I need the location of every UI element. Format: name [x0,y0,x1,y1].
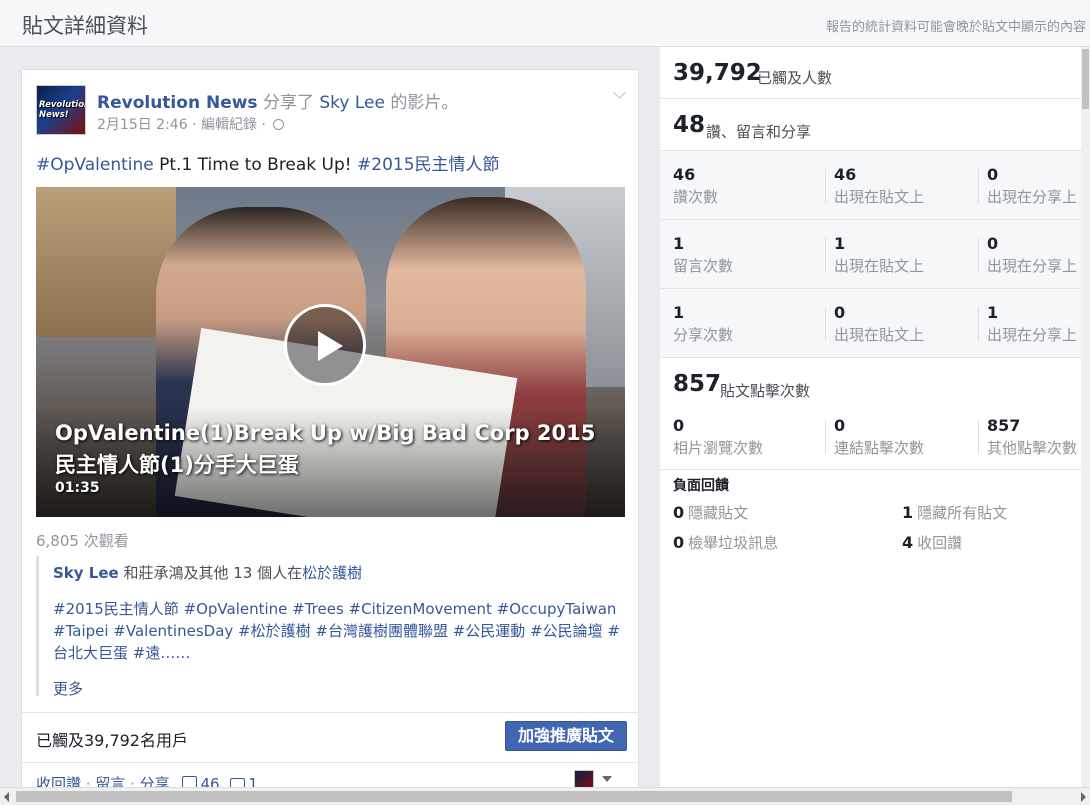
page-title: 貼文詳細資料 [22,14,148,38]
clicks-label: 貼文點擊次數 [720,382,811,400]
likes-label: 讚次數 [673,188,719,206]
photo-views-count: 0 [673,416,685,435]
shares-on-post-count: 0 [834,303,846,322]
hashtag-link[interactable]: #OpValentine [36,155,154,175]
hide-all-posts-stat: 1 隱藏所有貼文 [902,503,1008,522]
link-clicks-label: 連結點擊次數 [834,439,925,457]
shared-post-header: Sky Lee 和莊承鴻及其他 13 個人在松於護樹 [53,562,362,583]
link-clicks-count: 0 [834,416,846,435]
comments-row: 1 留言次數 1 出現在貼文上 0 出現在分享上 [660,220,1090,289]
globe-icon[interactable] [273,119,285,130]
post-card: Revolution News! Revolution News 分享了 Sky… [21,69,639,799]
avatar-logo-text: Revolution News! [39,100,86,120]
location-link[interactable]: 松於護樹 [302,564,362,582]
post-text: #OpValentine Pt.1 Time to Break Up! #201… [36,150,500,175]
shared-post-quote: Sky Lee 和莊承鴻及其他 13 個人在松於護樹 #2015民主情人節 #O… [36,556,625,699]
post-text-body: Pt.1 Time to Break Up! [153,155,358,175]
divider [978,420,979,454]
scroll-right-arrow-icon[interactable] [1081,792,1086,802]
other-clicks-count: 857 [987,416,1021,435]
video-title: OpValentine(1)Break Up w/Big Bad Corp 20… [55,421,596,477]
engagement-stat: 48 讚、留言和分享 [660,99,1090,151]
clicks-breakdown: 0 相片瀏覽次數 0 連結點擊次數 857 其他點擊次數 [660,410,1090,470]
video-player[interactable]: OpValentine(1)Break Up w/Big Bad Corp 20… [36,187,625,517]
scrollbar-thumb[interactable] [1082,49,1089,109]
on-shares-label: 出現在分享上 [987,257,1078,275]
likes-count: 46 [673,165,696,184]
engagement-number: 48 [673,112,706,138]
negative-feedback-title: 負面回饋 [673,478,729,494]
scroll-left-arrow-icon[interactable] [4,792,9,802]
page-header: 貼文詳細資料 報告的統計資料可能會晚於貼文中顯示的內容 [0,0,1090,47]
shared-target-link[interactable]: Sky Lee [319,93,385,113]
post-meta: 2月15日 2:46 · 編輯紀錄 · [97,114,285,134]
hashtag-link[interactable]: #2015民主情人節 [357,155,500,175]
hide-post-stat: 0 隱藏貼文 [673,503,749,522]
shares-on-shares-count: 1 [987,303,999,322]
play-button-icon[interactable] [284,304,366,386]
shared-post-hashtags[interactable]: #2015民主情人節 #OpValentine #Trees #CitizenM… [53,598,623,664]
shares-count: 1 [673,303,685,322]
play-triangle-icon [318,331,343,361]
video-frame-building [36,187,176,337]
stats-delay-note: 報告的統計資料可能會晚於貼文中顯示的內容 [825,20,1086,35]
shares-label: 分享次數 [673,326,734,344]
on-shares-label: 出現在分享上 [987,326,1078,344]
post-options-chevron-icon[interactable] [613,86,626,99]
reach-number: 39,792 [673,60,762,86]
divider [978,307,979,341]
on-shares-label: 出現在分享上 [987,188,1078,206]
comments-count: 1 [673,234,685,253]
clicks-stat: 857 貼文點擊次數 [660,358,1090,410]
tagged-people-text[interactable]: 和莊承鴻及其他 13 個人在 [119,564,302,582]
video-duration: 01:35 [55,480,100,496]
engagement-label: 讚、留言和分享 [706,123,812,141]
clicks-number: 857 [673,371,722,397]
post-author-line: Revolution News 分享了 Sky Lee 的影片。 [97,88,458,113]
on-post-label: 出現在貼文上 [834,188,925,206]
report-spam-stat: 0 檢舉垃圾訊息 [673,533,779,552]
divider [825,307,826,341]
reach-text: 已觸及39,792名用戶 [36,731,188,750]
on-post-label: 出現在貼文上 [834,326,925,344]
likes-row: 46 讚次數 46 出現在貼文上 0 出現在分享上 [660,151,1090,220]
post-date-link[interactable]: 2月15日 2:46 [97,117,188,133]
shares-row: 1 分享次數 0 出現在貼文上 1 出現在分享上 [660,289,1090,358]
page-mini-avatar[interactable] [574,770,594,788]
horizontal-scrollbar[interactable] [0,787,1090,805]
divider [825,420,826,454]
view-count: 6,805 次觀看 [36,532,129,550]
reach-label: 已觸及人數 [757,69,833,87]
shared-suffix: 的影片。 [390,93,459,113]
boost-post-button[interactable]: 加強推廣貼文 [505,721,627,751]
edit-history-link[interactable]: · 編輯紀錄 · [192,117,266,133]
vertical-scrollbar[interactable] [1081,47,1090,787]
see-more-link[interactable]: 更多 [53,678,83,699]
scrollbar-thumb[interactable] [16,791,1012,802]
divider [978,169,979,203]
comments-label: 留言次數 [673,257,734,275]
on-post-label: 出現在貼文上 [834,257,925,275]
reach-stat: 39,792 已觸及人數 [660,47,1090,99]
post-stats-panel: 39,792 已觸及人數 48 讚、留言和分享 46 讚次數 46 出現在貼文上 0… [660,47,1090,787]
shared-text: 分享了 [262,93,314,113]
comments-on-post-count: 1 [834,234,846,253]
post-preview-pane: Revolution News! Revolution News 分享了 Sky… [0,47,660,805]
other-clicks-label: 其他點擊次數 [987,439,1078,457]
author-name-link[interactable]: Revolution News [97,93,258,113]
likes-on-post-count: 46 [834,165,857,184]
divider [978,238,979,272]
unlike-stat: 4 收回讚 [902,533,963,552]
divider [825,238,826,272]
comments-on-shares-count: 0 [987,234,999,253]
divider [825,169,826,203]
engagement-breakdown: 46 讚次數 46 出現在貼文上 0 出現在分享上 1 留言次數 1 出現在貼文上 0 出現… [660,151,1090,358]
caret-down-icon[interactable] [602,776,612,782]
photo-views-label: 相片瀏覽次數 [673,439,764,457]
reach-bar: 已觸及39,792名用戶 加強推廣貼文 [22,712,638,762]
page-avatar[interactable]: Revolution News! [36,85,86,135]
likes-on-shares-count: 0 [987,165,999,184]
shared-author-link[interactable]: Sky Lee [53,564,119,582]
